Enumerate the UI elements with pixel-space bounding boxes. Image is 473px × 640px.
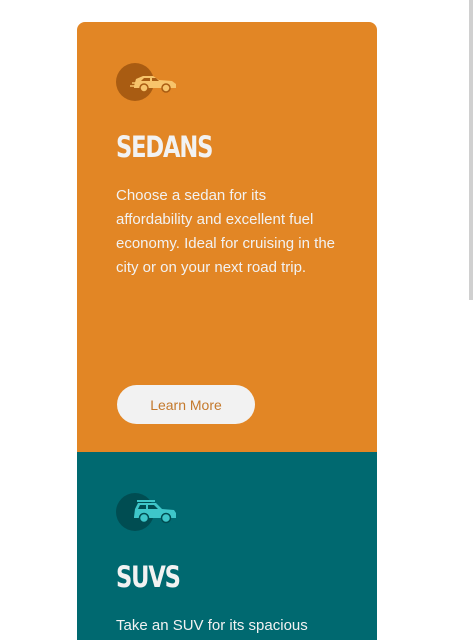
sedans-description: Choose a sedan for its affordability and… bbox=[116, 187, 336, 276]
page-scrollbar[interactable] bbox=[469, 0, 473, 640]
suv-car-icon bbox=[116, 492, 180, 532]
scrollbar-thumb[interactable] bbox=[469, 0, 473, 300]
sedans-learn-more-button[interactable]: Learn More bbox=[117, 385, 255, 424]
suvs-description: Take an SUV for its spacious bbox=[116, 617, 308, 634]
suvs-title: SUVS bbox=[116, 560, 181, 594]
sedan-car-icon bbox=[116, 62, 180, 102]
car-cards: SEDANS Choose a sedan for its affordabil… bbox=[77, 22, 377, 640]
suvs-card bbox=[77, 452, 377, 640]
sedans-title: SEDANS bbox=[116, 130, 213, 164]
sedans-card: SEDANS Choose a sedan for its affordabil… bbox=[77, 22, 377, 452]
page-viewport: SEDANS Choose a sedan for its affordabil… bbox=[0, 0, 473, 640]
